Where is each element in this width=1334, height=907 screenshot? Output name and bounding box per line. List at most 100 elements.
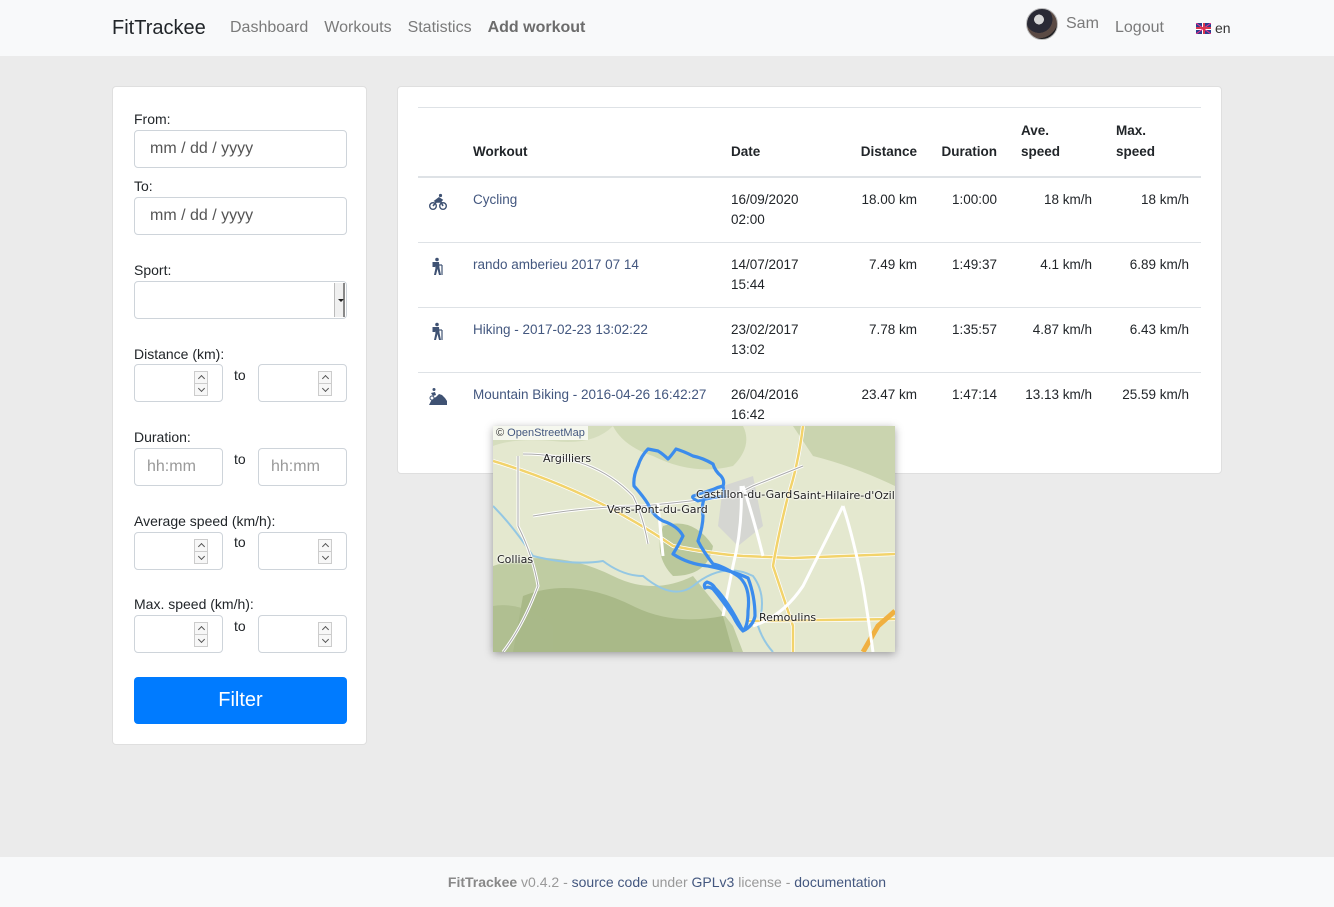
workout-distance: 18.00 km <box>861 192 917 207</box>
workout-duration: 1:47:14 <box>929 372 1009 437</box>
workout-max-speed: 6.43 km/h <box>1104 307 1201 373</box>
duration-from-input[interactable]: hh:mm <box>134 448 223 486</box>
table-row: Cycling 16/09/2020 02:00 18.00 km 1:00:00… <box>418 177 1201 243</box>
workout-duration: 1:35:57 <box>929 307 1009 373</box>
footer-under: under <box>651 874 688 890</box>
header-duration: Duration <box>929 107 1009 178</box>
nav-add-workout[interactable]: Add workout <box>488 19 586 37</box>
header-distance: Distance <box>837 107 929 178</box>
license-link[interactable]: GPLv3 <box>692 874 735 890</box>
map-place-label: Castillon-du-Gard <box>696 488 793 501</box>
map-attribution: © OpenStreetMap <box>493 426 588 440</box>
workout-title-cell: rando amberieu 2017 07 14 <box>461 242 719 308</box>
duration-label: Duration: <box>134 429 191 445</box>
workout-link[interactable]: Mountain Biking - 2016-04-26 16:42:27 <box>473 387 706 402</box>
workouts-list: Workout Date Distance Duration Ave. speed… <box>397 86 1222 474</box>
language-label: en <box>1215 20 1231 36</box>
avatar[interactable] <box>1026 8 1058 40</box>
max-speed-to-spinner[interactable] <box>318 622 332 647</box>
workout-ave-speed: 4.1 km/h <box>1009 242 1104 308</box>
source-code-link[interactable]: source code <box>572 874 648 890</box>
footer-app-name: FitTrackee <box>447 874 518 890</box>
workout-max-speed: 25.59 km/h <box>1104 372 1201 437</box>
sport-cell <box>418 372 461 437</box>
ave-speed-from-spinner[interactable] <box>194 539 208 564</box>
workout-date: 23/02/2017 13:02 <box>719 307 837 373</box>
ave-speed-to-input[interactable] <box>258 532 347 570</box>
nav-workouts[interactable]: Workouts <box>324 19 391 37</box>
workout-duration: 1:49:37 <box>929 242 1009 308</box>
max-speed-from-input[interactable] <box>134 615 223 653</box>
sport-cell <box>418 177 461 243</box>
sport-select[interactable] <box>134 281 347 319</box>
distance-from-spinner[interactable] <box>194 371 208 396</box>
header-ave-speed: Ave. speed <box>1009 107 1104 178</box>
hiking-icon <box>432 257 443 275</box>
distance-to-input[interactable] <box>258 364 347 402</box>
workout-ave-speed: 18 km/h <box>1043 192 1092 207</box>
footer: FitTrackee v0.4.2 - source code under GP… <box>0 857 1334 907</box>
nav-links: Dashboard Workouts Statistics Add workou… <box>230 19 601 37</box>
distance-label: Distance (km): <box>134 346 225 362</box>
nav-dashboard[interactable]: Dashboard <box>230 19 308 37</box>
nav-statistics[interactable]: Statistics <box>408 19 472 37</box>
from-date-input[interactable]: mm / dd / yyyy <box>134 130 347 168</box>
distance-to-word: to <box>234 367 246 383</box>
workout-date: 16/09/2020 02:00 <box>731 192 799 227</box>
table-header-row: Workout Date Distance Duration Ave. speed… <box>418 107 1201 178</box>
workouts-table: Workout Date Distance Duration Ave. speed… <box>418 107 1201 437</box>
workout-ave-speed: 13.13 km/h <box>1009 372 1104 437</box>
navbar: FitTrackee Dashboard Workouts Statistics… <box>0 0 1334 56</box>
sport-cell <box>418 242 461 308</box>
brand-logo[interactable]: FitTrackee <box>112 17 206 40</box>
header-sport <box>418 107 461 178</box>
duration-to-input[interactable]: hh:mm <box>258 448 347 486</box>
workout-title-cell: Hiking - 2017-02-23 13:02:22 <box>461 307 719 373</box>
cycling-icon <box>429 193 447 210</box>
workout-link[interactable]: Hiking - 2017-02-23 13:02:22 <box>473 322 648 337</box>
table-row: rando amberieu 2017 07 14 14/07/2017 15:4… <box>418 242 1201 308</box>
filter-button[interactable]: Filter <box>134 677 347 724</box>
max-speed-to-input[interactable] <box>258 615 347 653</box>
to-date-input[interactable]: mm / dd / yyyy <box>134 197 347 235</box>
to-label: To: <box>134 178 153 194</box>
max-speed-from-spinner[interactable] <box>194 622 208 647</box>
footer-version: v0.4.2 - <box>521 874 568 890</box>
workout-distance: 7.78 km <box>837 307 929 373</box>
max-speed-to-word: to <box>234 618 246 634</box>
table-row: Hiking - 2017-02-23 13:02:22 23/02/2017 1… <box>418 307 1201 373</box>
chevron-down-icon[interactable] <box>334 283 345 317</box>
logout-link[interactable]: Logout <box>1115 19 1164 37</box>
map-place-label: Argilliers <box>543 452 592 465</box>
from-label: From: <box>134 111 171 127</box>
map-place-label: Vers-Pont-du-Gard <box>607 503 708 516</box>
ave-speed-from-input[interactable] <box>134 532 223 570</box>
workout-link[interactable]: rando amberieu 2017 07 14 <box>473 257 639 272</box>
distance-from-input[interactable] <box>134 364 223 402</box>
workout-date: 14/07/2017 15:44 <box>719 242 837 308</box>
workout-link[interactable]: Cycling <box>473 192 517 207</box>
sport-cell <box>418 307 461 373</box>
mountain-biking-icon <box>429 388 447 405</box>
distance-to-spinner[interactable] <box>318 371 332 396</box>
ave-speed-label: Average speed (km/h): <box>134 513 276 529</box>
workout-ave-speed: 4.87 km/h <box>1009 307 1104 373</box>
documentation-link[interactable]: documentation <box>794 874 886 890</box>
workout-map-preview[interactable]: © OpenStreetMap Argilliers Castillon-du-… <box>493 426 895 652</box>
user-menu[interactable]: Sam <box>1026 8 1099 40</box>
ave-speed-to-spinner[interactable] <box>318 539 332 564</box>
footer-license-text: license - <box>738 874 791 890</box>
sport-label: Sport: <box>134 262 172 278</box>
header-workout: Workout <box>461 107 719 178</box>
language-selector[interactable]: en <box>1196 20 1231 36</box>
header-date: Date <box>719 107 837 178</box>
uk-flag-icon <box>1196 22 1211 34</box>
workout-max-speed: 18 km/h <box>1140 192 1189 207</box>
user-name[interactable]: Sam <box>1066 15 1099 33</box>
workout-distance: 7.49 km <box>837 242 929 308</box>
workout-max-speed: 6.89 km/h <box>1104 242 1201 308</box>
ave-speed-to-word: to <box>234 534 246 550</box>
map-place-label: Collias <box>497 553 534 566</box>
openstreetmap-link[interactable]: OpenStreetMap <box>507 427 585 439</box>
max-speed-label: Max. speed (km/h): <box>134 596 254 612</box>
